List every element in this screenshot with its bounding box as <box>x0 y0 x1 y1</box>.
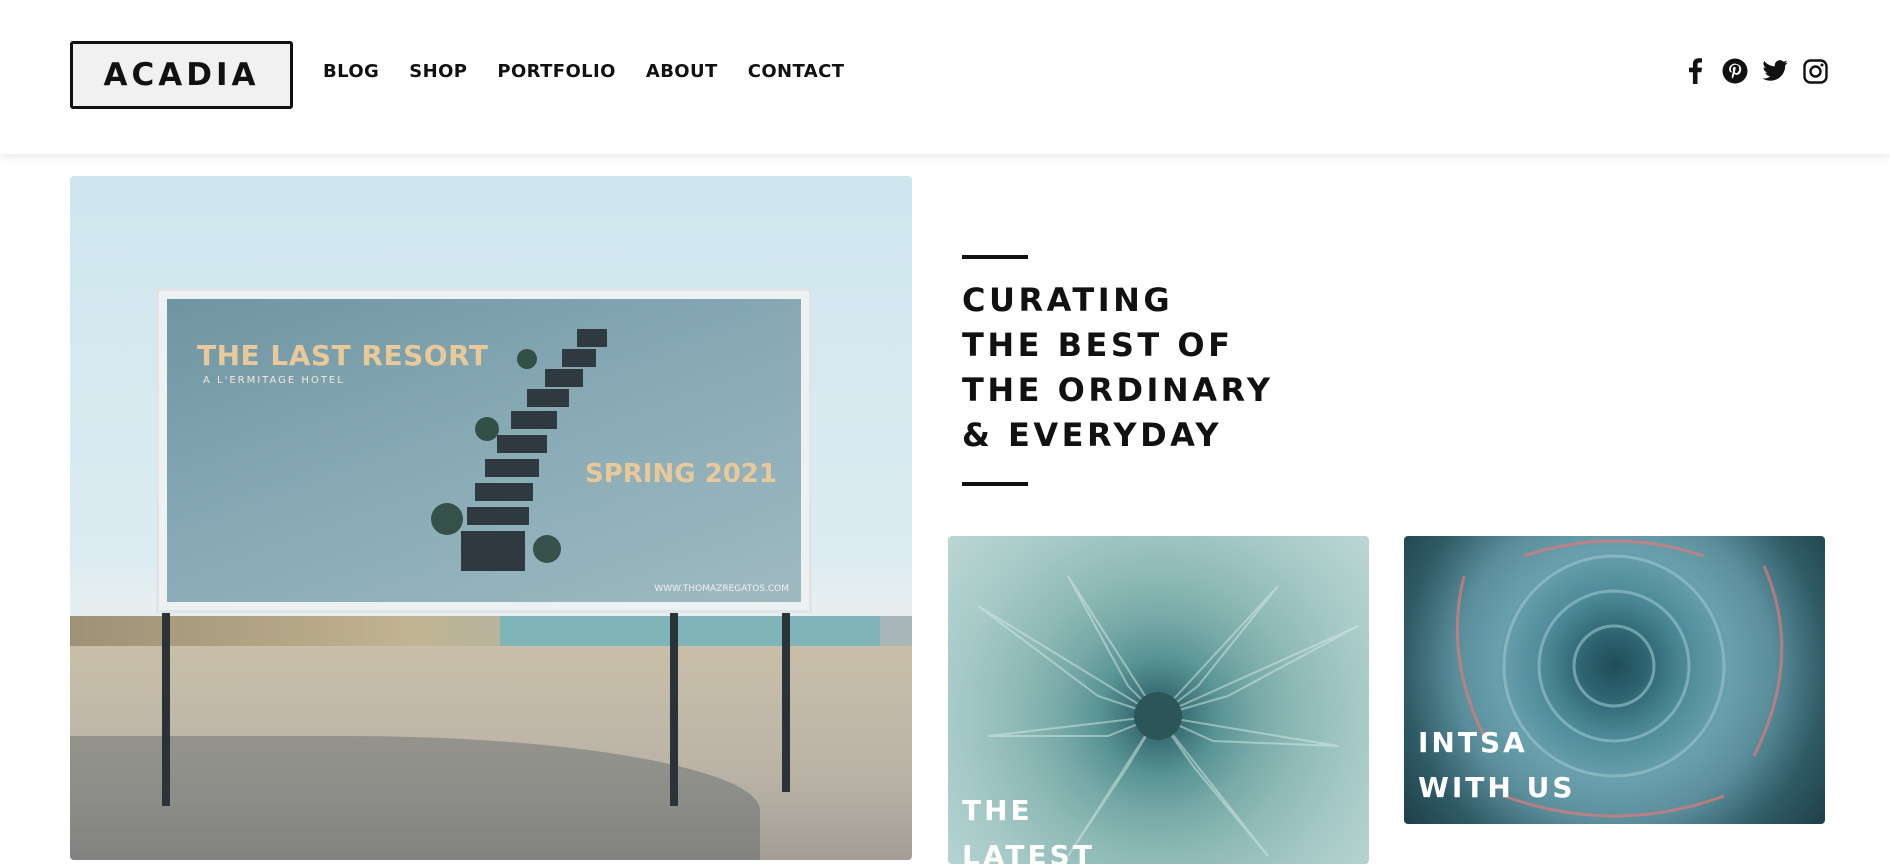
nav-contact[interactable]: CONTACT <box>748 61 845 82</box>
card-title-line: WITH US <box>1418 771 1576 804</box>
billboard-leg <box>782 606 790 792</box>
nav-shop[interactable]: SHOP <box>409 61 467 82</box>
card-title-line: THE <box>962 794 1033 827</box>
hero-image[interactable]: THE LAST RESORT A L'ERMITAGE HOTEL SPRIN… <box>70 176 912 860</box>
billboard-title: THE LAST RESORT <box>197 339 489 372</box>
billboard-leg <box>162 606 170 806</box>
card-title: INTSA WITH US <box>1418 720 1576 810</box>
intro-top-bar <box>962 255 1028 259</box>
billboard-leg <box>670 606 678 806</box>
pinterest-icon[interactable] <box>1722 58 1748 84</box>
nav-about[interactable]: ABOUT <box>646 61 718 82</box>
nav-blog[interactable]: BLOG <box>323 61 379 82</box>
social-links <box>1682 58 1828 84</box>
card-title: THE LATEST <box>962 788 1095 864</box>
twitter-icon[interactable] <box>1762 58 1788 84</box>
intro-line: THE ORDINARY <box>962 371 1274 409</box>
intro-line: & EVERYDAY <box>962 416 1223 454</box>
instagram-icon[interactable] <box>1802 58 1828 84</box>
intro-bottom-bar <box>962 482 1028 486</box>
nav-portfolio[interactable]: PORTFOLIO <box>497 61 616 82</box>
billboard-subtitle: A L'ERMITAGE HOTEL <box>203 375 345 386</box>
main-nav: BLOG SHOP PORTFOLIO ABOUT CONTACT <box>323 61 874 82</box>
billboard-panel: THE LAST RESORT A L'ERMITAGE HOTEL SPRIN… <box>167 299 801 602</box>
latest-card[interactable]: THE LATEST <box>948 536 1369 864</box>
billboard-season: SPRING 2021 <box>585 459 777 489</box>
facebook-icon[interactable] <box>1682 58 1708 84</box>
intro-line: CURATING <box>962 281 1174 319</box>
site-logo[interactable]: ACADIA <box>70 41 293 109</box>
billboard: THE LAST RESORT A L'ERMITAGE HOTEL SPRIN… <box>156 288 812 613</box>
site-header: ACADIA BLOG SHOP PORTFOLIO ABOUT CONTACT <box>0 0 1890 154</box>
intro-line: THE BEST OF <box>962 326 1234 364</box>
instagram-card[interactable]: INTSA WITH US <box>1404 536 1825 824</box>
card-title-line: LATEST <box>962 839 1095 864</box>
card-title-line: INTSA <box>1418 726 1528 759</box>
billboard-url: WWW.THOMAZREGATOS.COM <box>654 584 789 594</box>
intro-heading: CURATING THE BEST OF THE ORDINARY & EVER… <box>962 278 1274 458</box>
